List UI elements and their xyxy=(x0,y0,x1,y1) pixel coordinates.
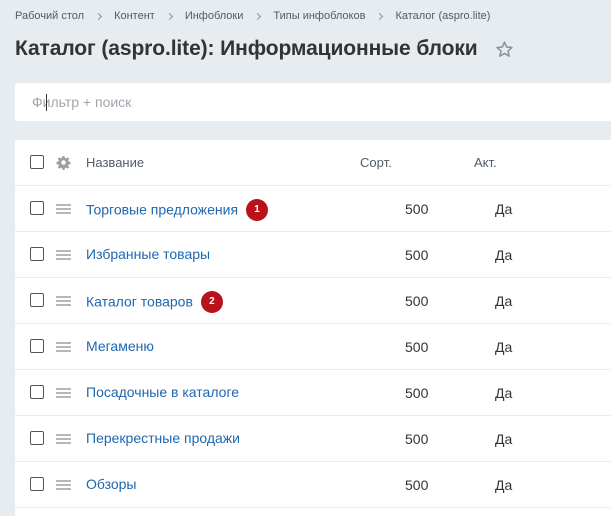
table-row: Торговые предложения 1 500 Да xyxy=(15,186,611,232)
sort-value: 500 xyxy=(405,247,429,263)
filter-search-bar[interactable] xyxy=(15,83,611,121)
row-checkbox[interactable] xyxy=(30,247,44,261)
active-value: Да xyxy=(495,385,513,401)
drag-handle-icon[interactable] xyxy=(56,342,71,352)
drag-handle-icon[interactable] xyxy=(56,388,71,398)
breadcrumb: Рабочий стол Контент Инфоблоки Типы инфо… xyxy=(15,10,490,22)
star-icon[interactable] xyxy=(495,40,514,59)
active-value: Да xyxy=(495,201,513,217)
number-badge: 2 xyxy=(200,291,223,313)
sort-value: 500 xyxy=(405,385,429,401)
breadcrumb-separator-icon xyxy=(165,12,173,20)
table-row: Каталог товаров 2 500 Да xyxy=(15,278,611,324)
drag-handle-icon[interactable] xyxy=(56,250,71,260)
active-value: Да xyxy=(495,339,513,355)
iblock-name-link[interactable]: Перекрестные продажи xyxy=(86,430,240,446)
sort-value: 500 xyxy=(405,201,429,217)
title-row: Каталог (aspro.lite): Информационные бло… xyxy=(15,37,514,61)
drag-handle-icon[interactable] xyxy=(56,296,71,306)
sort-value: 500 xyxy=(405,293,429,309)
breadcrumb-item-content[interactable]: Контент xyxy=(114,10,155,22)
grid-header: Название Сорт. Акт. xyxy=(15,140,611,186)
iblock-name-link[interactable]: Каталог товаров 2 xyxy=(86,291,223,314)
breadcrumb-item-iblocks[interactable]: Инфоблоки xyxy=(185,10,244,22)
filter-search-input[interactable] xyxy=(32,94,532,110)
drag-handle-icon[interactable] xyxy=(56,434,71,444)
row-checkbox[interactable] xyxy=(30,477,44,491)
breadcrumb-item-iblock-types[interactable]: Типы инфоблоков xyxy=(273,10,365,22)
number-badge: 1 xyxy=(246,199,269,221)
sort-value: 500 xyxy=(405,339,429,355)
gear-icon[interactable] xyxy=(56,155,71,171)
breadcrumb-separator-icon xyxy=(376,12,384,20)
table-row: Посадочные в каталоге 500 Да xyxy=(15,370,611,416)
sort-value: 500 xyxy=(405,477,429,493)
column-header-active[interactable]: Акт. xyxy=(474,155,497,170)
iblock-name-link[interactable]: Торговые предложения 1 xyxy=(86,199,269,222)
table-row: Обзоры 500 Да xyxy=(15,462,611,508)
column-header-sort[interactable]: Сорт. xyxy=(360,155,392,170)
active-value: Да xyxy=(495,293,513,309)
breadcrumb-separator-icon xyxy=(95,12,103,20)
table-row: Избранные товары 500 Да xyxy=(15,232,611,278)
iblock-grid: Название Сорт. Акт. Торговые предложения… xyxy=(15,140,611,516)
row-checkbox[interactable] xyxy=(30,293,44,307)
drag-handle-icon[interactable] xyxy=(56,204,71,214)
iblock-name-link[interactable]: Избранные товары xyxy=(86,246,210,262)
drag-handle-icon[interactable] xyxy=(56,480,71,490)
row-checkbox[interactable] xyxy=(30,385,44,399)
row-checkbox[interactable] xyxy=(30,339,44,353)
table-row: Перекрестные продажи 500 Да xyxy=(15,416,611,462)
page-title: Каталог (aspro.lite): Информационные бло… xyxy=(15,37,478,60)
text-cursor xyxy=(46,94,47,111)
table-row: Мегаменю 500 Да xyxy=(15,324,611,370)
iblock-name-link[interactable]: Посадочные в каталоге xyxy=(86,384,239,400)
active-value: Да xyxy=(495,431,513,447)
sort-value: 500 xyxy=(405,431,429,447)
row-checkbox[interactable] xyxy=(30,201,44,215)
breadcrumb-item-desktop[interactable]: Рабочий стол xyxy=(15,10,84,22)
select-all-checkbox[interactable] xyxy=(30,155,44,169)
active-value: Да xyxy=(495,477,513,493)
iblock-name-link[interactable]: Мегаменю xyxy=(86,338,154,354)
breadcrumb-separator-icon xyxy=(254,12,262,20)
row-checkbox[interactable] xyxy=(30,431,44,445)
column-header-name[interactable]: Название xyxy=(86,155,144,170)
breadcrumb-item-current[interactable]: Каталог (aspro.lite) xyxy=(395,10,490,22)
iblock-name-link[interactable]: Обзоры xyxy=(86,476,137,492)
active-value: Да xyxy=(495,247,513,263)
